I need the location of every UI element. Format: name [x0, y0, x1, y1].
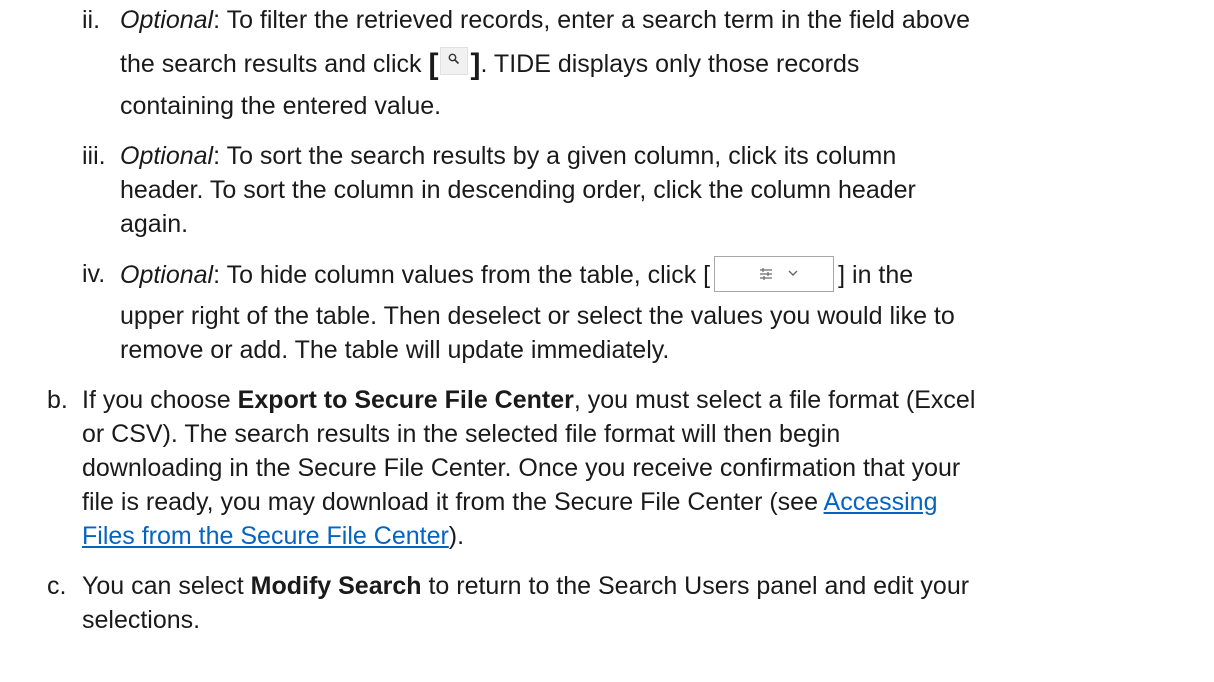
- step-b-text-e: file is ready, you may download it from …: [82, 488, 824, 516]
- step-ii-text-b: the search results and click: [120, 50, 429, 78]
- step-c-marker: c.: [47, 572, 67, 600]
- export-to-secure-file-center-label: Export to Secure File Center: [237, 386, 574, 414]
- step-b-line-4: file is ready, you may download it from …: [82, 484, 938, 520]
- step-iv-line-2: upper right of the table. Then deselect …: [120, 302, 955, 330]
- step-b-line-1: If you choose Export to Secure File Cent…: [82, 382, 975, 418]
- optional-label: Optional: [120, 261, 214, 289]
- step-iv-line-1: Optional: To hide column values from the…: [120, 256, 913, 293]
- optional-label: Optional: [120, 6, 214, 34]
- search-button-illustration: [440, 47, 469, 75]
- step-iii-text-a: : To sort the search results by a given …: [213, 142, 897, 170]
- step-c-text-b: to return to the Search Users panel and …: [421, 572, 970, 600]
- step-iii-line-2: header. To sort the column in descending…: [120, 176, 916, 204]
- step-c-line-2: selections.: [82, 606, 201, 634]
- bracket-close: ]: [470, 48, 481, 81]
- modify-search-label: Modify Search: [250, 572, 422, 600]
- column-toggle-button-illustration: [714, 256, 835, 292]
- accessing-files-link[interactable]: Accessing: [824, 488, 938, 516]
- step-ii-marker: ii.: [82, 6, 101, 34]
- accessing-files-link-continued[interactable]: Files from the Secure File Center: [82, 522, 449, 550]
- step-ii-text-c: . TIDE displays only those records: [480, 50, 860, 78]
- bracket-open: [: [428, 48, 439, 81]
- search-icon: [449, 53, 460, 65]
- step-ii-line-3: containing the entered value.: [120, 92, 442, 120]
- step-b-line-5: Files from the Secure File Center).: [82, 518, 464, 554]
- step-b-line-3: downloading in the Secure File Center. O…: [82, 454, 961, 482]
- step-b-text-b: , you must select a file format (Excel: [573, 386, 976, 414]
- step-b-text-f: ).: [448, 522, 465, 550]
- step-iv-text-b: ] in the: [838, 261, 914, 289]
- step-iii-marker: iii.: [82, 142, 106, 170]
- step-iv-line-3: remove or add. The table will update imm…: [120, 336, 670, 364]
- step-b-line-2: or CSV). The search results in the selec…: [82, 420, 841, 448]
- step-iii-line-1: Optional: To sort the search results by …: [120, 138, 896, 174]
- chevron-down-icon: [788, 270, 798, 276]
- step-ii-text-a: : To filter the retrieved records, enter…: [213, 6, 970, 34]
- step-iii-line-3: again.: [120, 210, 189, 238]
- step-iv-text-a: : To hide column values from the table, …: [213, 261, 711, 289]
- tune-icon: [760, 268, 773, 280]
- step-iv-marker: iv.: [82, 260, 106, 288]
- step-b-marker: b.: [47, 386, 68, 414]
- optional-label: Optional: [120, 142, 214, 170]
- step-ii-line-2: the search results and click []. TIDE di…: [120, 46, 859, 83]
- step-ii-line-1: Optional: To filter the retrieved record…: [120, 2, 970, 38]
- step-b-text-a: If you choose: [82, 386, 238, 414]
- step-c-text-a: You can select: [82, 572, 251, 600]
- step-c-line-1: You can select Modify Search to return t…: [82, 568, 969, 604]
